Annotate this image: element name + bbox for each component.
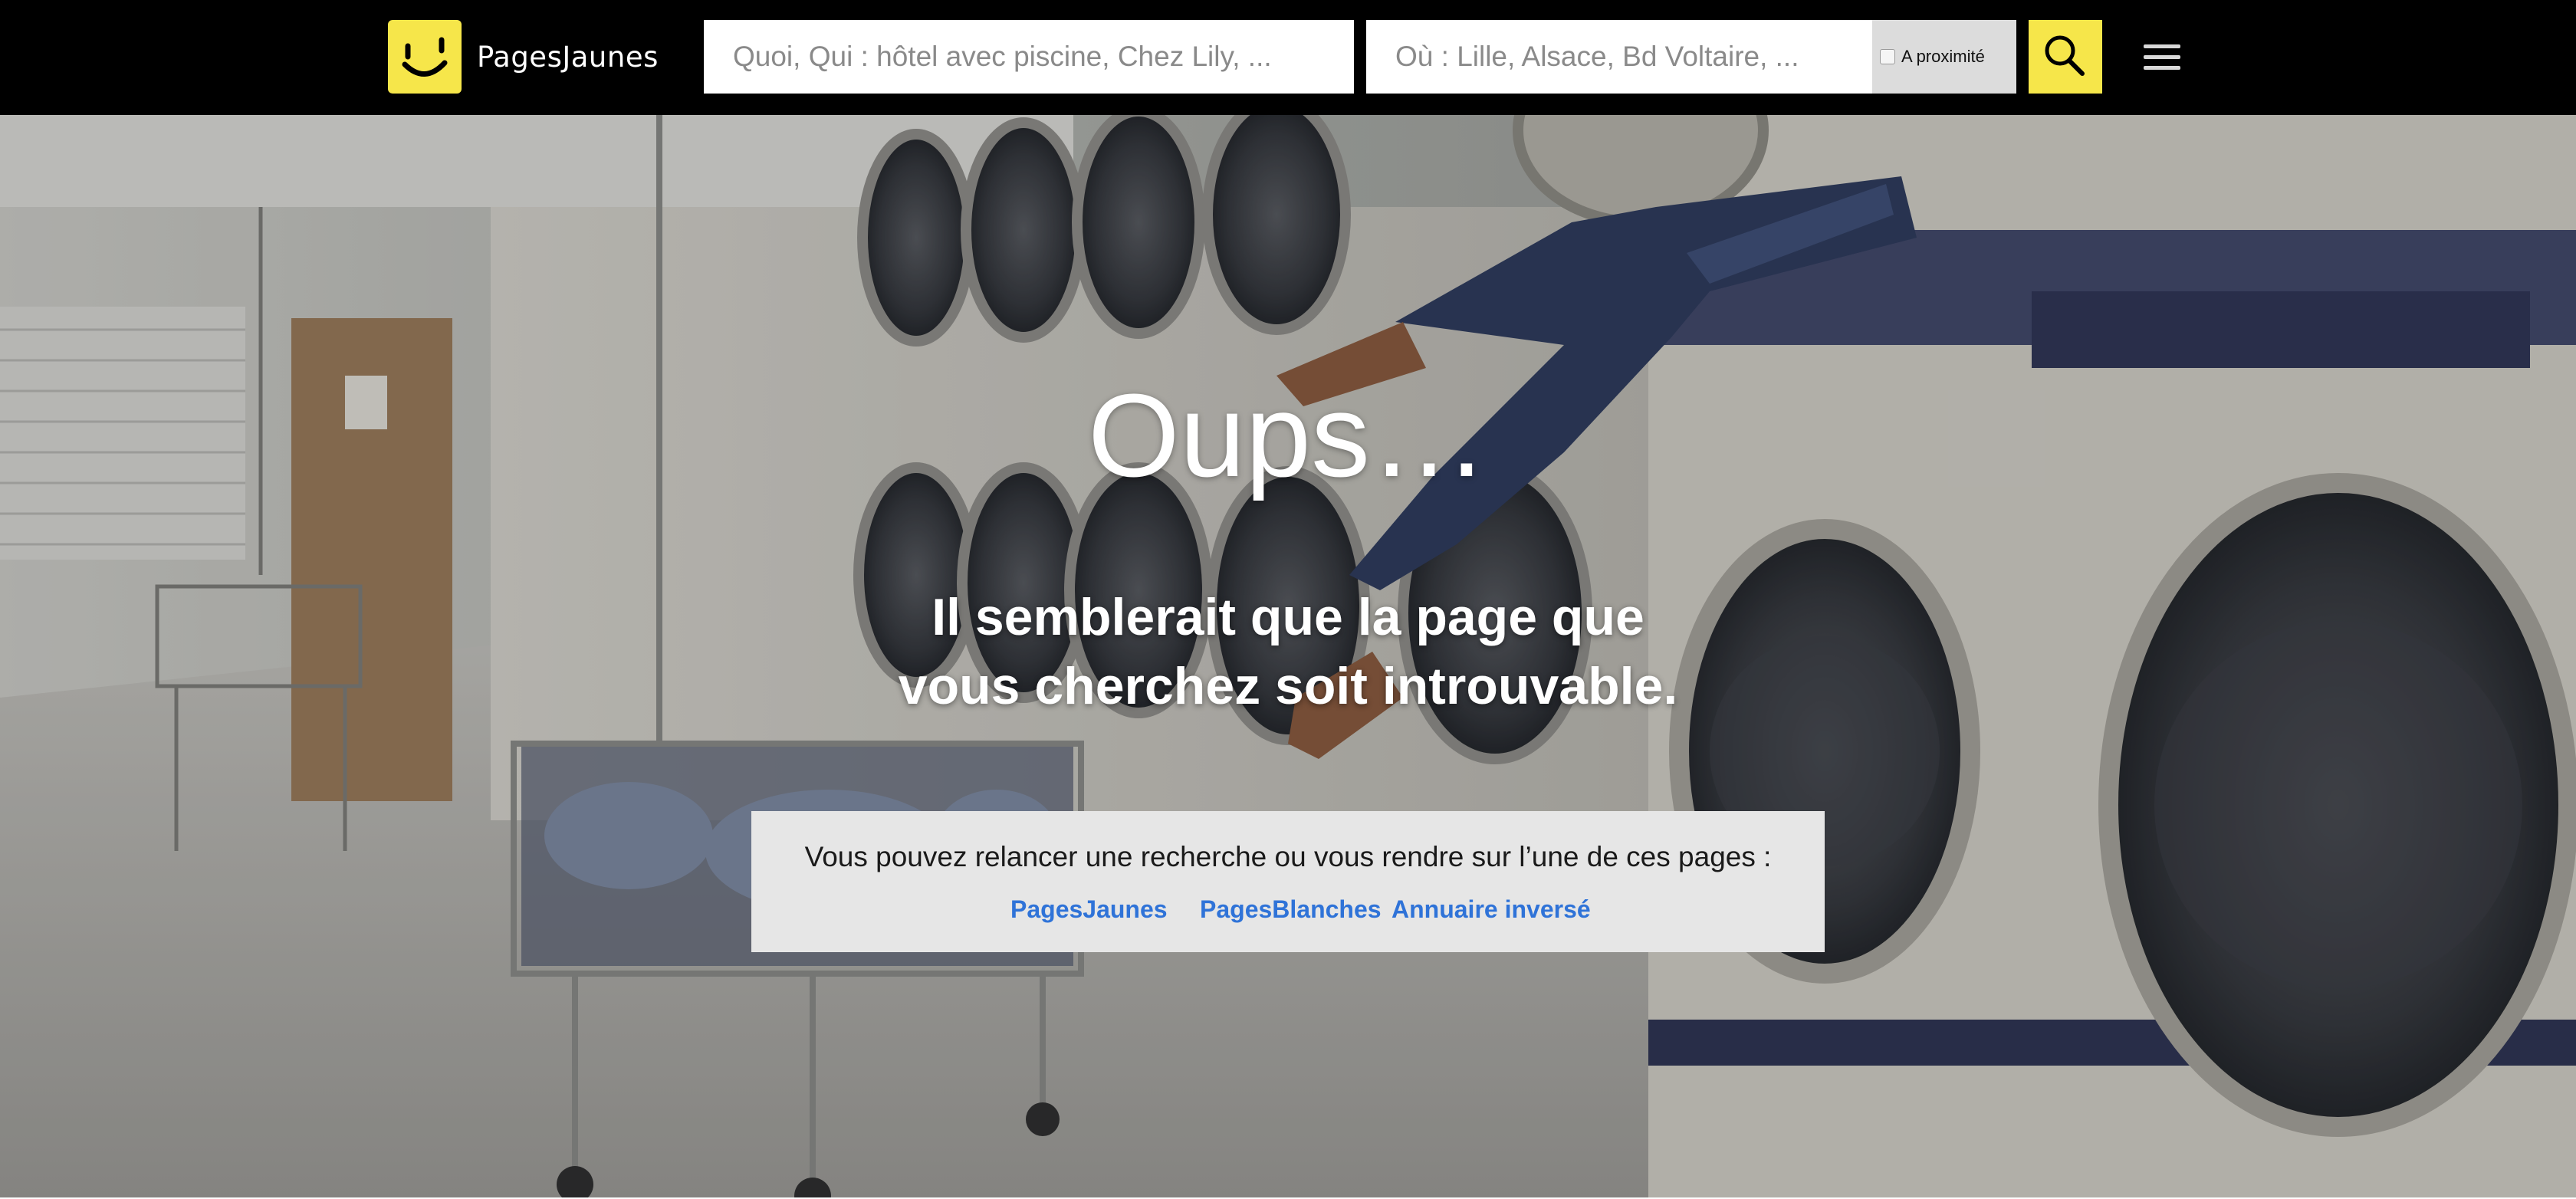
error-subtitle-line-2: vous cherchez soit introuvable.: [898, 657, 1678, 715]
proximity-label: A proximité: [1901, 47, 1985, 66]
pagesjaunes-logo-icon[interactable]: [388, 20, 462, 94]
proximity-checkbox[interactable]: [1880, 49, 1895, 64]
suggestion-box: Vous pouvez relancer une recherche ou vo…: [751, 811, 1825, 952]
search-where-input[interactable]: [1366, 20, 1872, 94]
suggestion-links: PagesJaunes PagesBlanches Annuaire inver…: [751, 892, 1825, 926]
error-subtitle: Il semblerait que la page que vous cherc…: [813, 583, 1763, 721]
search-button[interactable]: [2029, 20, 2102, 94]
hamburger-menu-icon[interactable]: [2144, 40, 2180, 74]
suggestion-text: Vous pouvez relancer une recherche ou vo…: [804, 841, 1772, 872]
link-pagesjaunes[interactable]: PagesJaunes: [1010, 892, 1168, 926]
proximity-toggle[interactable]: A proximité: [1872, 20, 2016, 94]
hero-section: Oups… Il semblerait que la page que vous…: [0, 115, 2576, 1199]
brand-name[interactable]: PagesJaunes: [477, 38, 659, 77]
search-what-input[interactable]: [704, 20, 1354, 94]
error-title: Oups…: [1087, 370, 1489, 501]
link-pagesblanches[interactable]: PagesBlanches: [1200, 892, 1382, 926]
top-header: PagesJaunes A proximité: [0, 0, 2576, 115]
error-subtitle-line-1: Il semblerait que la page que: [932, 588, 1644, 646]
search-icon: [2045, 35, 2085, 76]
link-annuaire-inverse[interactable]: Annuaire inversé: [1392, 892, 1591, 926]
